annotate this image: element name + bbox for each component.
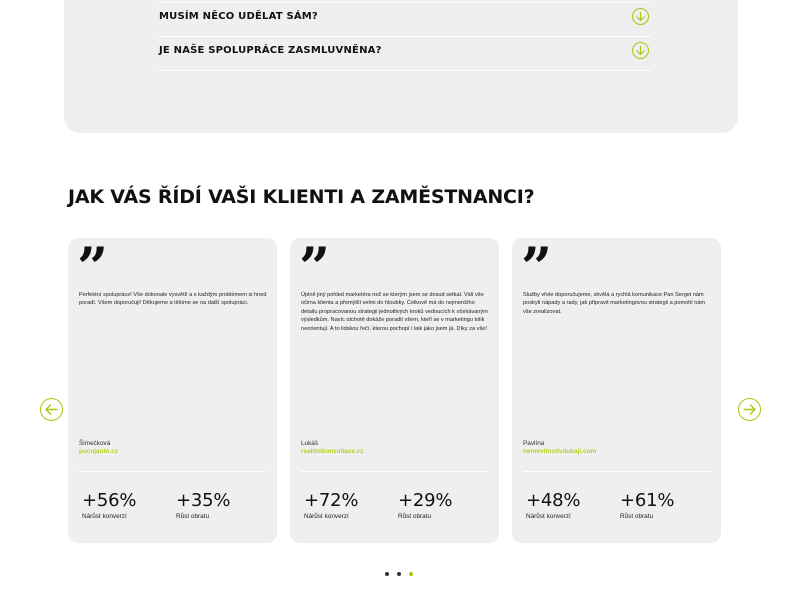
quote-icon: ” bbox=[521, 235, 552, 299]
testimonial-site-link[interactable]: nemovitostivdubaji.com bbox=[523, 448, 596, 455]
quote-icon: ” bbox=[77, 235, 108, 299]
stat-conversions: +48% Nárůst konverzí bbox=[526, 490, 580, 520]
testimonial-text: Služby vřele doporučujeme, skvělá a rych… bbox=[523, 292, 706, 315]
stat-label: Růst obratu bbox=[620, 513, 654, 520]
testimonial-author: Pavlína bbox=[523, 440, 545, 447]
chevron-down-icon[interactable] bbox=[632, 8, 649, 25]
stat-revenue: +61% Růst obratu bbox=[620, 490, 674, 520]
testimonial-site-link[interactable]: pucujauto.cz bbox=[79, 448, 118, 455]
stat-revenue: +35% Růst obratu bbox=[176, 490, 230, 520]
testimonial-text: Perfektní spolupráce! Vše dokonale vysvě… bbox=[79, 292, 267, 307]
quote-icon: ” bbox=[299, 235, 330, 299]
stat-label: Růst obratu bbox=[398, 513, 432, 520]
stat-conversions: +56% Nárůst konverzí bbox=[82, 490, 136, 520]
testimonial-author: Lukáš bbox=[301, 440, 319, 447]
carousel-prev-button[interactable] bbox=[40, 398, 63, 421]
carousel-pagination bbox=[385, 572, 413, 576]
testimonial-site-link[interactable]: realitnikonzultace.cz bbox=[301, 448, 364, 455]
faq-question: JE NAŠE SPOLUPRÁCE ZASMLUVNĚNA? bbox=[159, 45, 382, 56]
pagination-dot[interactable] bbox=[385, 572, 389, 576]
stat-label: Nárůst konverzí bbox=[526, 513, 571, 520]
testimonial-text: Úplně jiný pohled marketéra než se který… bbox=[301, 292, 488, 332]
faq-item[interactable]: MUSÍM NĚCO UDĚLAT SÁM? bbox=[159, 3, 651, 37]
stat-label: Nárůst konverzí bbox=[82, 513, 127, 520]
testimonial-card: ” Služby vřele doporučujeme, skvělá a ry… bbox=[512, 238, 721, 543]
stat-value: +72% bbox=[304, 490, 359, 511]
arrow-right-icon bbox=[743, 404, 756, 415]
faq-item[interactable]: JE NAŠE SPOLUPRÁCE ZASMLUVNĚNA? bbox=[159, 37, 651, 71]
stat-value: +35% bbox=[176, 490, 231, 511]
stat-value: +48% bbox=[526, 490, 581, 511]
chevron-down-icon[interactable] bbox=[632, 42, 649, 59]
testimonial-card: ” Perfektní spolupráce! Vše dokonale vys… bbox=[68, 238, 277, 543]
pagination-dot[interactable] bbox=[397, 572, 401, 576]
stat-value: +29% bbox=[398, 490, 453, 511]
stat-revenue: +29% Růst obratu bbox=[398, 490, 452, 520]
stat-value: +61% bbox=[620, 490, 675, 511]
card-divider bbox=[79, 471, 266, 472]
card-divider bbox=[523, 471, 710, 472]
pagination-dot-active[interactable] bbox=[409, 572, 413, 576]
testimonial-card: ” Úplně jiný pohled marketéra než se kte… bbox=[290, 238, 499, 543]
stat-label: Nárůst konverzí bbox=[304, 513, 349, 520]
arrow-left-icon bbox=[45, 404, 58, 415]
section-title: JAK VÁS ŘÍDÍ VAŠI KLIENTI A ZAMĚSTNANCI? bbox=[68, 186, 535, 208]
stat-value: +56% bbox=[82, 490, 137, 511]
stat-conversions: +72% Nárůst konverzí bbox=[304, 490, 358, 520]
carousel-next-button[interactable] bbox=[738, 398, 761, 421]
faq-question: MUSÍM NĚCO UDĚLAT SÁM? bbox=[159, 11, 318, 22]
stat-label: Růst obratu bbox=[176, 513, 210, 520]
testimonial-author: Šimečková bbox=[79, 440, 111, 447]
card-divider bbox=[301, 471, 488, 472]
